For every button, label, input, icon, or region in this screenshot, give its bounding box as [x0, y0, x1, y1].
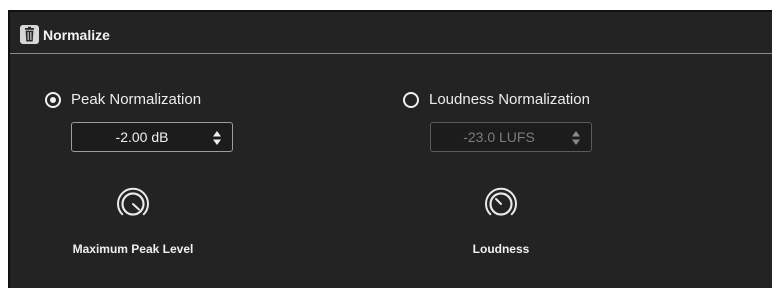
peak-normalization-radio[interactable] — [45, 92, 61, 108]
peak-normalization-option[interactable]: Peak Normalization — [45, 91, 201, 109]
loudness-level-value: -23.0 LUFS — [463, 129, 535, 145]
loudness-normalization-option[interactable]: Loudness Normalization — [403, 91, 590, 109]
peak-level-stepper[interactable]: -2.00 dB — [71, 122, 233, 152]
loudness-knob[interactable] — [481, 184, 521, 224]
loudness-normalization-label: Loudness Normalization — [429, 91, 590, 108]
loudness-label: Loudness — [472, 242, 530, 256]
trash-icon — [25, 26, 34, 42]
peak-normalization-label: Peak Normalization — [71, 91, 202, 108]
loudness-level-stepper[interactable]: -23.0 LUFS — [430, 122, 592, 152]
peak-level-value: -2.00 dB — [115, 129, 169, 145]
normalize-panel: Normalize Peak Normalization -2.00 dB Ma… — [8, 10, 772, 288]
delete-button[interactable] — [20, 25, 39, 44]
maximum-peak-level-label: Maximum Peak Level — [72, 242, 194, 256]
spin-arrows-icon[interactable] — [571, 130, 581, 146]
loudness-normalization-radio[interactable] — [403, 92, 419, 108]
section-title: Normalize — [43, 27, 110, 43]
spin-arrows-icon[interactable] — [212, 130, 222, 146]
section-header: Normalize — [10, 12, 772, 54]
maximum-peak-level-knob[interactable] — [113, 184, 153, 224]
